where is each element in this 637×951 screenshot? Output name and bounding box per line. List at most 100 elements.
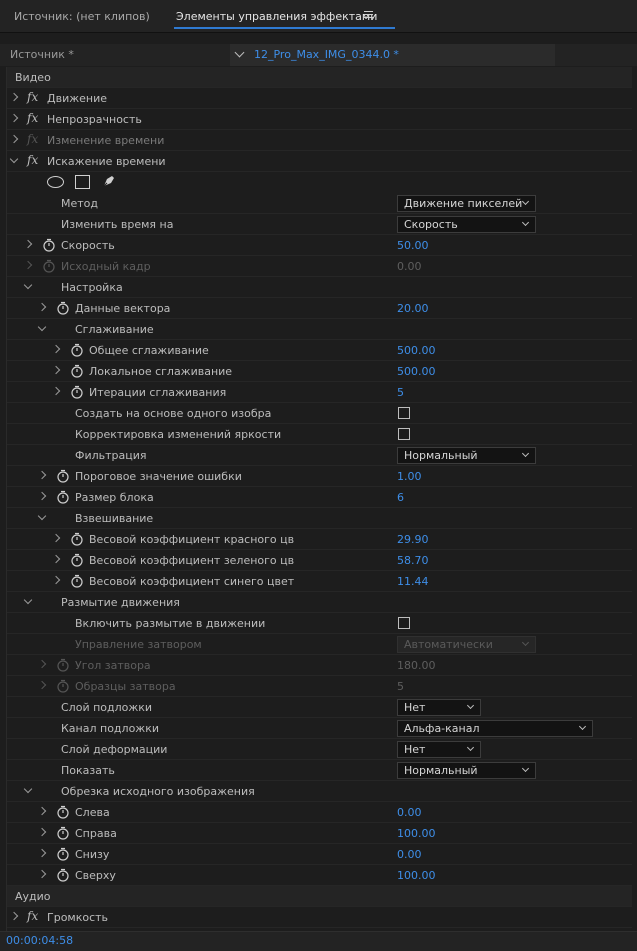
brightness-correction-checkbox[interactable] xyxy=(398,428,410,440)
stopwatch-icon[interactable] xyxy=(57,490,69,504)
timecode[interactable]: 00:00:04:58 xyxy=(6,932,73,950)
stopwatch-icon[interactable] xyxy=(57,805,69,819)
fx-icon[interactable]: fx xyxy=(27,90,38,104)
effect-time-warp[interactable]: fx Искажение времени xyxy=(7,151,632,172)
crop-right-value[interactable]: 100.00 xyxy=(397,823,436,844)
stopwatch-icon[interactable] xyxy=(71,532,83,546)
source-clip-label[interactable]: Источник * 12_Pro_Max_IMG_0344.0.mov xyxy=(0,44,230,83)
chevron-right-icon[interactable] xyxy=(51,344,61,354)
stopwatch-icon[interactable] xyxy=(57,826,69,840)
stopwatch-icon[interactable] xyxy=(71,343,83,357)
matte-channel-dropdown[interactable]: Альфа-канал xyxy=(397,720,593,737)
tab-source[interactable]: Источник: (нет клипов) xyxy=(14,0,150,33)
param-matte-layer: Слой подложки Нет xyxy=(7,697,632,718)
group-motion-blur[interactable]: Размытие движения xyxy=(7,592,632,613)
matte-layer-dropdown[interactable]: Нет xyxy=(397,699,481,716)
stopwatch-icon[interactable] xyxy=(71,385,83,399)
speed-value[interactable]: 50.00 xyxy=(397,235,429,256)
show-dropdown[interactable]: Нормальный xyxy=(397,762,536,779)
fx-icon[interactable]: fx xyxy=(27,111,38,125)
param-error-threshold: Пороговое значение ошибки 1.00 xyxy=(7,466,632,487)
tab-effect-controls[interactable]: Элементы управления эффектами xyxy=(174,0,396,33)
fx-icon[interactable]: fx xyxy=(27,153,38,167)
stopwatch-icon[interactable] xyxy=(57,301,69,315)
chevron-right-icon[interactable] xyxy=(23,260,33,270)
chevron-right-icon[interactable] xyxy=(23,239,33,249)
chevron-right-icon[interactable] xyxy=(37,848,47,858)
ellipse-mask-icon[interactable] xyxy=(47,176,64,188)
rectangle-mask-icon[interactable] xyxy=(75,175,90,189)
stopwatch-icon[interactable] xyxy=(57,847,69,861)
chevron-down-icon xyxy=(234,47,245,58)
filtering-dropdown[interactable]: Нормальный xyxy=(397,447,536,464)
chevron-right-icon[interactable] xyxy=(51,533,61,543)
dropdown-value: Скорость xyxy=(404,218,458,231)
chevron-down-icon[interactable] xyxy=(23,784,33,794)
effect-motion[interactable]: fx Движение xyxy=(7,88,632,109)
crop-bottom-value[interactable]: 0.00 xyxy=(397,844,422,865)
group-source-crops[interactable]: Обрезка исходного изображения xyxy=(7,781,632,802)
error-threshold-value[interactable]: 1.00 xyxy=(397,466,422,487)
stopwatch-icon[interactable] xyxy=(71,553,83,567)
param-shutter-control: Управление затвором Автоматически xyxy=(7,634,632,655)
stopwatch-icon[interactable] xyxy=(71,574,83,588)
group-weighting[interactable]: Взвешивание xyxy=(7,508,632,529)
crop-top-value[interactable]: 100.00 xyxy=(397,865,436,886)
smoothing-iterations-value[interactable]: 5 xyxy=(397,382,404,403)
chevron-right-icon[interactable] xyxy=(37,806,47,816)
chevron-down-icon[interactable] xyxy=(23,595,33,605)
param-enable-motion-blur: Включить размытие в движении xyxy=(7,613,632,634)
vector-detail-value[interactable]: 20.00 xyxy=(397,298,429,319)
chevron-right-icon[interactable] xyxy=(9,911,19,921)
chevron-right-icon[interactable] xyxy=(51,386,61,396)
chevron-right-icon[interactable] xyxy=(51,365,61,375)
chevron-right-icon[interactable] xyxy=(9,113,19,123)
retime-by-dropdown[interactable]: Скорость xyxy=(397,216,536,233)
red-weight-value[interactable]: 29.90 xyxy=(397,529,429,550)
chevron-right-icon[interactable] xyxy=(37,491,47,501)
param-local-smoothness: Локальное сглаживание 500.00 xyxy=(7,361,632,382)
param-label: Изменить время на xyxy=(61,218,174,231)
chevron-right-icon[interactable] xyxy=(51,575,61,585)
enable-motion-blur-checkbox[interactable] xyxy=(398,617,410,629)
stopwatch-icon xyxy=(43,259,55,273)
param-label: Локальное сглаживание xyxy=(89,365,233,378)
stopwatch-icon[interactable] xyxy=(57,868,69,882)
effect-opacity[interactable]: fx Непрозрачность xyxy=(7,109,632,130)
sequence-clip-dropdown[interactable]: 12_Pro_Max_IMG_0344.0 * 12_Pro_Max_IMG_0… xyxy=(230,44,555,83)
chevron-right-icon[interactable] xyxy=(37,869,47,879)
param-label: Показать xyxy=(61,764,115,777)
chevron-right-icon[interactable] xyxy=(9,134,19,144)
chevron-right-icon[interactable] xyxy=(37,470,47,480)
chevron-right-icon[interactable] xyxy=(51,554,61,564)
effect-volume[interactable]: fx Громкость xyxy=(7,907,632,928)
chevron-down-icon[interactable] xyxy=(37,511,47,521)
chevron-down-icon[interactable] xyxy=(37,322,47,332)
blue-weight-value[interactable]: 11.44 xyxy=(397,571,429,592)
chevron-down-icon[interactable] xyxy=(23,280,33,290)
dropdown-value: Нет xyxy=(404,743,426,756)
pen-mask-icon[interactable] xyxy=(101,173,117,192)
crop-left-value[interactable]: 0.00 xyxy=(397,802,422,823)
chevron-right-icon[interactable] xyxy=(37,827,47,837)
build-from-one-checkbox[interactable] xyxy=(398,407,410,419)
global-smoothness-value[interactable]: 500.00 xyxy=(397,340,436,361)
effect-time-remap[interactable]: fx Изменение времени xyxy=(7,130,632,151)
stopwatch-icon[interactable] xyxy=(57,469,69,483)
param-label: Метод xyxy=(61,197,99,210)
fx-icon[interactable]: fx xyxy=(27,909,38,923)
green-weight-value[interactable]: 58.70 xyxy=(397,550,429,571)
chevron-right-icon[interactable] xyxy=(9,92,19,102)
param-label: Снизу xyxy=(75,848,110,861)
group-smoothing[interactable]: Сглаживание xyxy=(7,319,632,340)
panel-menu-icon[interactable] xyxy=(364,11,373,19)
stopwatch-icon[interactable] xyxy=(43,238,55,252)
local-smoothness-value[interactable]: 500.00 xyxy=(397,361,436,382)
chevron-right-icon[interactable] xyxy=(37,302,47,312)
method-dropdown[interactable]: Движение пикселей xyxy=(397,195,536,212)
chevron-down-icon[interactable] xyxy=(9,154,19,164)
warp-layer-dropdown[interactable]: Нет xyxy=(397,741,481,758)
stopwatch-icon[interactable] xyxy=(71,364,83,378)
group-settings[interactable]: Настройка xyxy=(7,277,632,298)
block-size-value[interactable]: 6 xyxy=(397,487,404,508)
